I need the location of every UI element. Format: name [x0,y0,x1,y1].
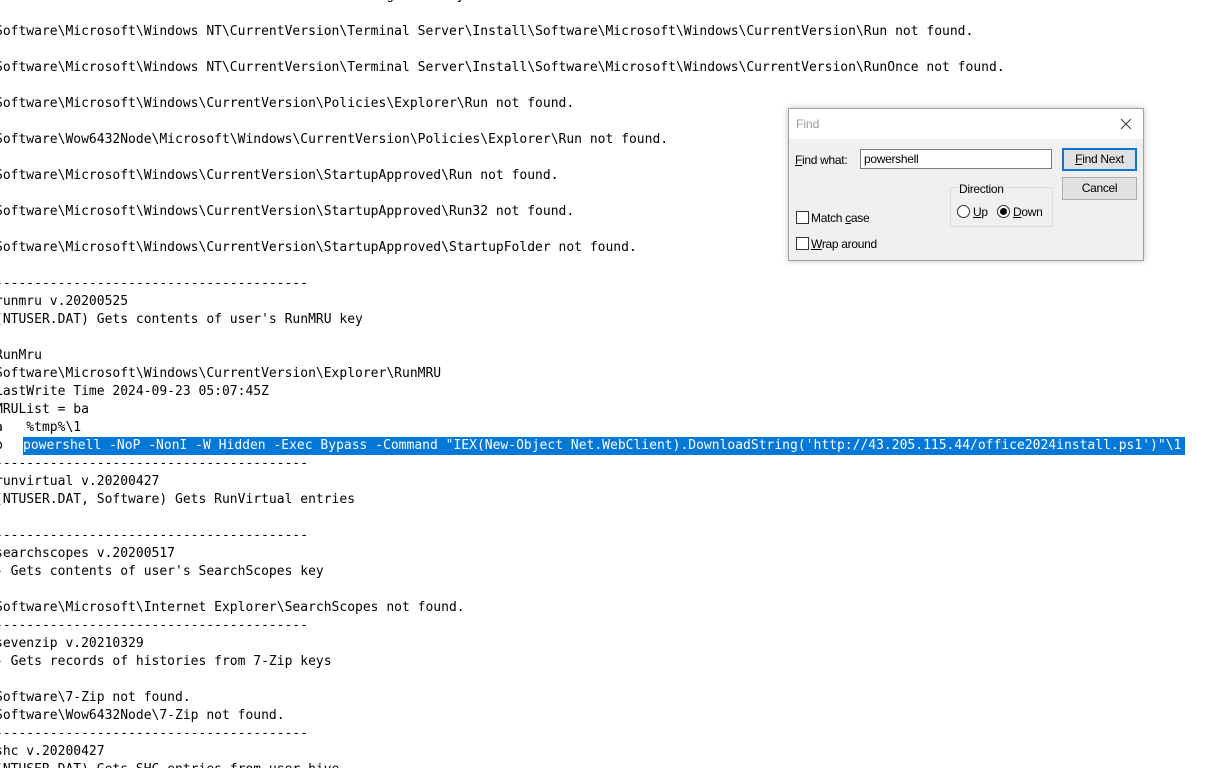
direction-down-rest: own [1021,205,1043,219]
editor-line: LastWrite Time 2024-09-23 05:07:45Z [0,384,269,399]
cancel-button[interactable]: Cancel [1062,177,1137,200]
editor-line: (NTUSER.DAT, Software) Gets RunVirtual e… [0,492,356,507]
editor-line: Software\Microsoft\Windows NT\CurrentVer… [0,24,974,39]
editor-line: - Gets records of histories from 7-Zip k… [0,654,332,669]
editor-line: Software\7-Zip not found. [0,690,191,705]
close-button[interactable] [1115,113,1137,135]
editor-line: Software\Microsoft\Windows\CurrentVersio… [0,366,442,381]
wrap-around-rest: rap around [821,237,877,251]
match-case-rest: ase [850,211,870,225]
editor-line: a %tmp%\1 [0,420,82,435]
wrap-around-checkbox[interactable] [796,237,809,250]
editor-line: ---------------------------------------- [0,276,309,291]
editor-line: b powershell -NoP -NonI -W Hidden -Exec … [0,437,1223,455]
editor-line: Software\Microsoft\Windows NT\CurrentVer… [0,60,1005,75]
direction-up-label[interactable]: Up [973,205,988,219]
editor-line: - Gets contents of user's SearchScopes k… [0,564,324,579]
close-icon [1120,118,1132,130]
editor-line: shc v.20200427 [0,744,105,759]
find-dialog-title: Find [796,117,820,131]
editor-line: ---------------------------------------- [0,528,309,543]
editor-line: (NTUSER.DAT) Gets SHC entries from user … [0,761,1223,768]
match-case-pre: Match [811,211,846,225]
match-case-label[interactable]: Match case [811,211,870,225]
editor-line: ---------------------------------------- [0,456,309,471]
notepad-window: Software\Microsoft\Windows NT\CurrentVer… [0,0,1223,768]
find-dialog: Find Find what: Find Next Cancel Directi… [788,108,1144,261]
selected-search-match: powershell -NoP -NonI -W Hidden -Exec By… [23,437,1186,455]
editor-line: Software\Wow6432Node\7-Zip not found. [0,708,285,723]
editor-line: Software\Microsoft\Internet Explorer\Sea… [0,600,465,615]
direction-label: Direction [957,182,1006,196]
editor-line: runmru v.20200525 [0,294,129,309]
find-dialog-titlebar[interactable]: Find [789,109,1143,139]
editor-line: runvirtual v.20200427 [0,474,160,489]
direction-up-radio[interactable] [957,205,970,218]
find-what-label-rest: ind what: [802,153,848,167]
radio-selected-dot [1000,208,1007,215]
direction-down-radio[interactable] [997,205,1010,218]
wrap-around-label[interactable]: Wrap around [811,237,877,251]
editor-line: ---------------------------------------- [0,726,309,741]
find-next-button[interactable]: Find Next [1062,148,1137,171]
direction-down-label[interactable]: Down [1013,205,1043,219]
editor-line: sevenzip v.20210329 [0,636,144,651]
find-what-input[interactable] [860,149,1052,169]
editor-line: RunMru [0,348,42,363]
wrap-around-mnemonic: W [811,237,822,251]
match-case-checkbox[interactable] [796,211,809,224]
find-what-label-mnemonic: F [795,153,803,167]
find-what-label: Find what: [795,153,848,167]
editor-line: ---------------------------------------- [0,618,309,633]
editor-line: MRUList = ba [0,402,89,417]
direction-up-rest: p [981,205,988,219]
editor-line: searchscopes v.20200517 [0,546,176,561]
editor-line: (NTUSER.DAT) Gets contents of user's Run… [0,312,363,327]
direction-group: Direction Up Down [950,182,1053,227]
find-next-rest: ind Next [1082,152,1124,166]
